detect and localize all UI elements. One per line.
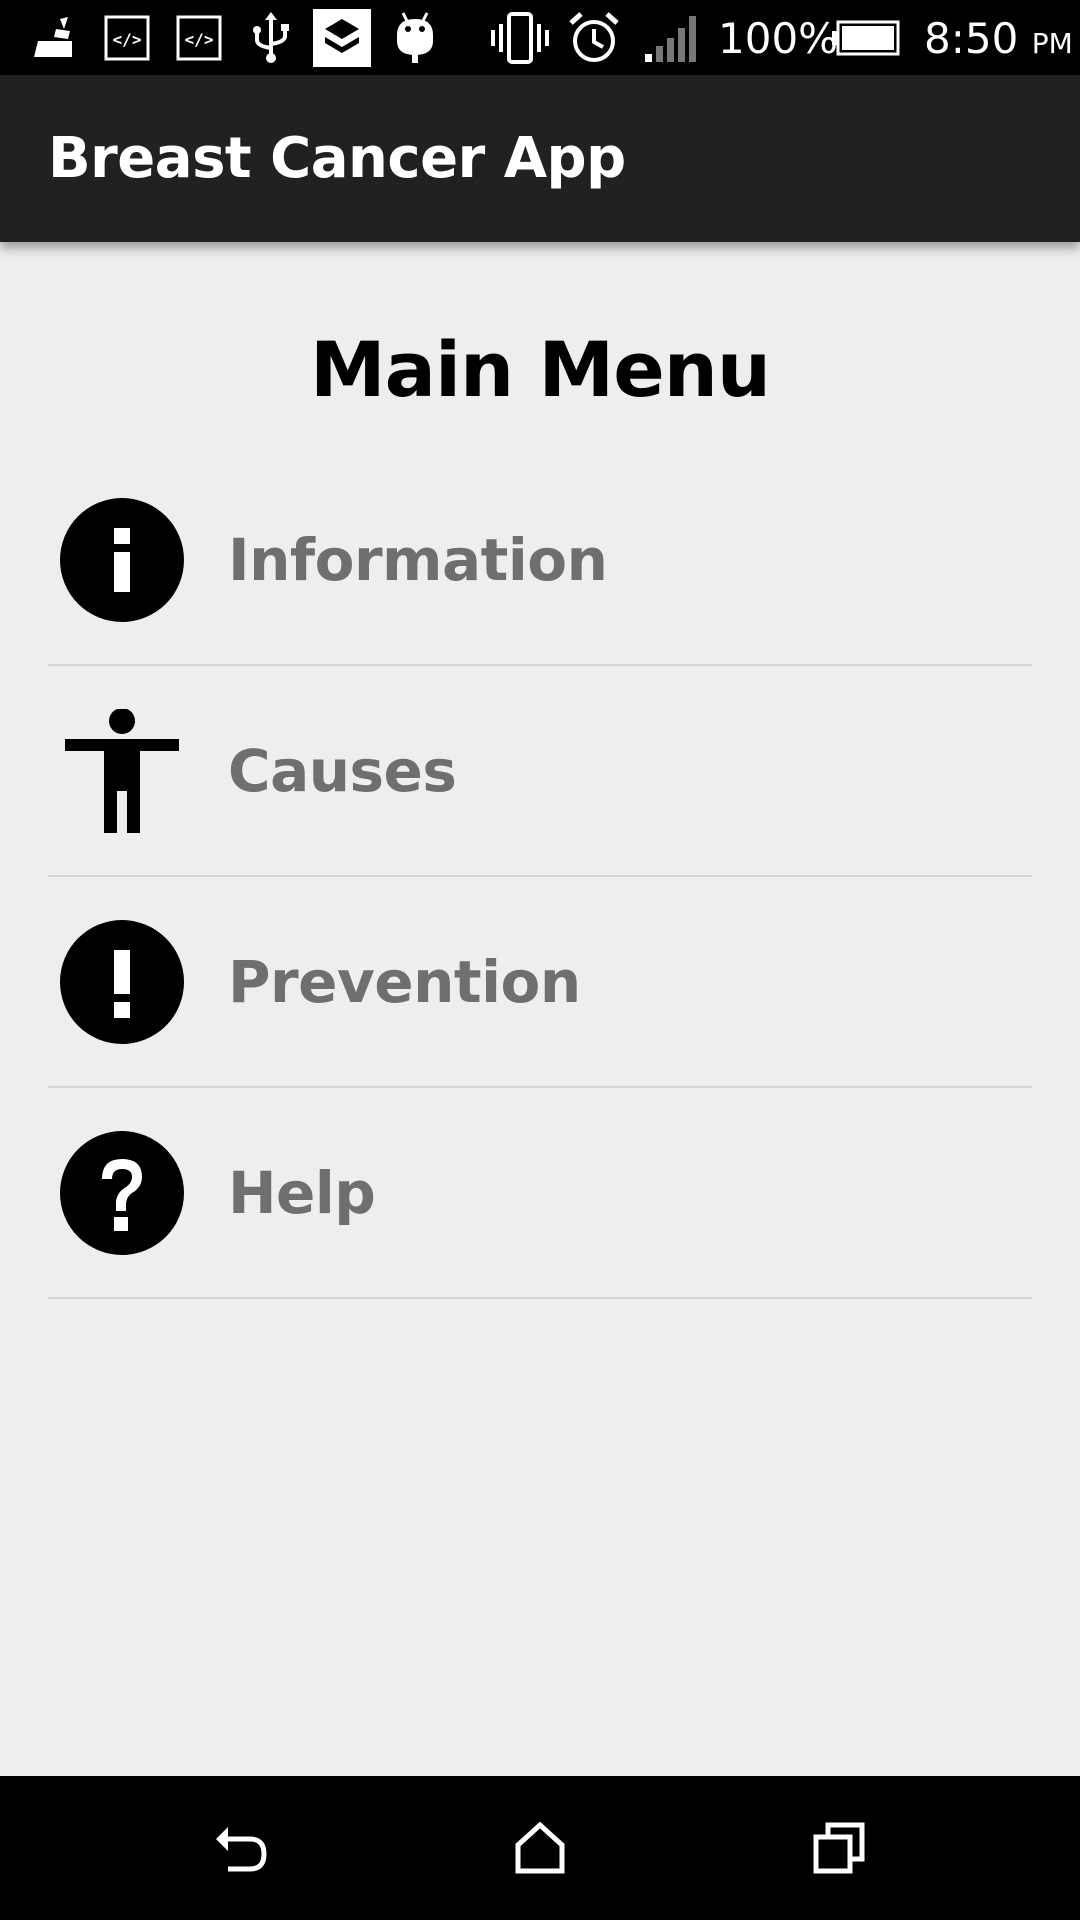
app-title: Breast Cancer App (48, 126, 626, 191)
vibrate-icon (490, 10, 550, 65)
menu-item-label: Prevention (228, 948, 581, 1016)
svg-text:</>: </> (113, 30, 142, 49)
code-icon: </> (102, 10, 152, 65)
menu-item-help[interactable]: Help (48, 1088, 1032, 1299)
menu-item-causes[interactable]: Causes (48, 666, 1032, 877)
clock-suffix: PM (1031, 27, 1073, 60)
person-icon (60, 708, 184, 833)
code-icon: </> (174, 10, 224, 65)
menu-item-label: Information (228, 526, 608, 594)
alarm-icon (566, 10, 622, 65)
battery-icon (832, 10, 900, 65)
menu-item-label: Causes (228, 737, 457, 805)
exclamation-icon (60, 920, 184, 1044)
nav-bar (0, 1776, 1080, 1920)
cleaner-icon (28, 10, 78, 65)
usb-icon (246, 10, 296, 65)
info-icon (60, 498, 184, 622)
back-icon[interactable] (190, 1798, 290, 1898)
battery-percent: 100% (718, 14, 839, 63)
app-icon (312, 8, 372, 67)
app-bar: Breast Cancer App (0, 75, 1080, 242)
status-bar: </> </> 100% 8:50 PM (0, 0, 1080, 75)
menu-item-information[interactable]: Information (48, 455, 1032, 666)
menu-list: Information Causes Prevention Help (48, 455, 1032, 1299)
clock: 8:50 PM (924, 0, 1073, 75)
svg-text:</>: </> (185, 30, 214, 49)
signal-icon (642, 10, 704, 65)
screen: </> </> 100% 8:50 PM Breast Cancer App M… (0, 0, 1080, 1920)
page-title: Main Menu (310, 325, 771, 414)
menu-item-label: Help (228, 1159, 376, 1227)
question-icon (60, 1131, 184, 1255)
recents-icon[interactable] (790, 1798, 890, 1898)
clock-time: 8:50 (924, 14, 1019, 63)
home-icon[interactable] (490, 1798, 590, 1898)
menu-item-prevention[interactable]: Prevention (48, 877, 1032, 1088)
android-icon (390, 10, 440, 65)
